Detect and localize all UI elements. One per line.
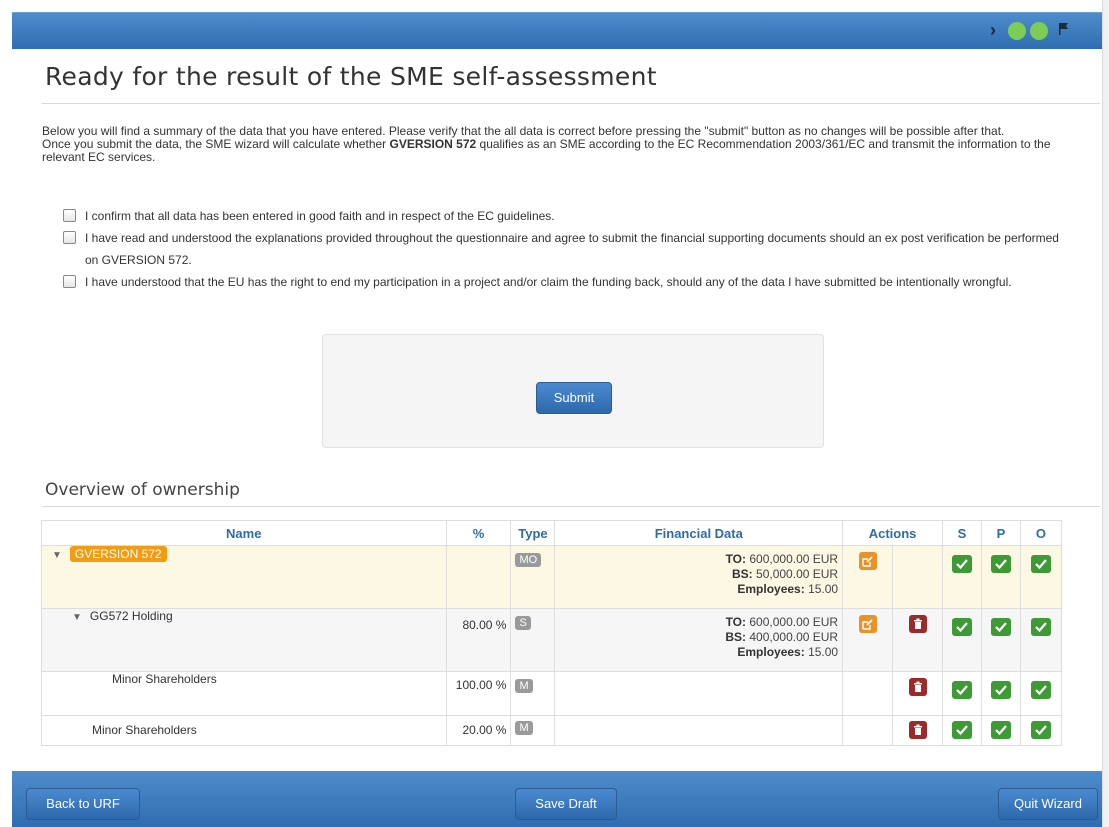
check-icon (990, 721, 1011, 739)
column-header-financial-data: Financial Data (554, 520, 844, 546)
type-badge: M (515, 721, 533, 735)
check-icon (951, 721, 972, 739)
confirmation-list: I confirm that all data has been entered… (63, 205, 1063, 293)
footer-bar: Back to URF Save Draft Quit Wizard (12, 771, 1102, 827)
confirmation-checkbox[interactable] (63, 209, 76, 222)
percent-cell: 100.00 % (445, 671, 512, 716)
table-row: Minor Shareholders 100.00 % M (41, 671, 1063, 716)
ownership-title: Overview of ownership (45, 480, 240, 500)
column-header-type: Type (510, 520, 556, 546)
check-icon (990, 618, 1011, 636)
entity-name: GG572 Holding (89, 609, 173, 623)
submit-button[interactable]: Submit (536, 382, 612, 414)
intro-paragraph-2: Once you submit the data, the SME wizard… (42, 137, 1051, 164)
chevron-right-icon[interactable]: › (990, 20, 996, 41)
check-icon (1030, 555, 1051, 573)
check-icon (951, 555, 972, 573)
check-icon (990, 555, 1011, 573)
percent-cell (445, 545, 512, 609)
delete-icon[interactable] (908, 721, 927, 739)
step-dot-icon (1008, 22, 1026, 40)
scrollbar[interactable] (1102, 0, 1109, 827)
type-badge: MO (515, 553, 542, 567)
financial-data-cell: TO: 600,000.00 EUR BS: 50,000.00 EUR Emp… (554, 545, 844, 609)
column-header-s: S (942, 520, 982, 546)
check-icon (951, 618, 972, 636)
edit-icon[interactable] (858, 615, 877, 633)
back-to-urf-button[interactable]: Back to URF (26, 788, 140, 820)
company-name: GVERSION 572 (389, 137, 477, 151)
table-row: ▼ GG572 Holding 80.00 % S TO: 600,000.00 … (41, 608, 1063, 672)
top-toolbar: › (12, 12, 1102, 49)
collapse-triangle-icon[interactable]: ▼ (52, 550, 62, 561)
ownership-table: Name % Type Financial Data Actions S P O… (41, 520, 1063, 746)
column-header-name: Name (41, 520, 447, 546)
type-badge: S (515, 616, 531, 630)
title-divider (42, 103, 1100, 104)
table-row: Minor Shareholders 20.00 % M (41, 715, 1063, 746)
confirmation-checkbox[interactable] (63, 231, 76, 244)
financial-data-cell: TO: 600,000.00 EUR BS: 400,000.00 EUR Em… (554, 608, 844, 672)
flag-icon[interactable] (1058, 22, 1070, 36)
type-badge: M (515, 679, 533, 693)
percent-cell: 20.00 % (445, 715, 512, 746)
check-icon (1030, 618, 1051, 636)
step-dot-icon (1030, 22, 1048, 40)
delete-icon[interactable] (908, 615, 927, 633)
check-icon (951, 681, 972, 699)
collapse-triangle-icon[interactable]: ▼ (72, 612, 82, 623)
check-icon (1030, 681, 1051, 699)
quit-wizard-button[interactable]: Quit Wizard (998, 788, 1098, 820)
confirmation-label: I have understood that the EU has the ri… (85, 275, 1012, 289)
percent-cell: 80.00 % (445, 608, 512, 672)
column-header-p: P (980, 520, 1021, 546)
confirmation-item: I confirm that all data has been entered… (63, 205, 1063, 227)
check-icon (990, 681, 1011, 699)
confirmation-item: I have read and understood the explanati… (63, 227, 1063, 271)
confirmation-item: I have understood that the EU has the ri… (63, 271, 1063, 293)
confirmation-label: I have read and understood the explanati… (85, 231, 1059, 267)
column-header-o: O (1019, 520, 1063, 546)
entity-name: Minor Shareholders (41, 715, 447, 746)
intro-text: Below you will find a summary of the dat… (42, 125, 1082, 164)
ownership-divider (42, 506, 1100, 507)
confirmation-label: I confirm that all data has been entered… (85, 209, 555, 223)
column-header-percent: % (445, 520, 512, 546)
edit-icon[interactable] (858, 552, 877, 570)
check-icon (1030, 721, 1051, 739)
submit-panel: Submit (322, 334, 824, 448)
page-title: Ready for the result of the SME self-ass… (45, 62, 657, 91)
confirmation-checkbox[interactable] (63, 275, 76, 288)
column-header-actions: Actions (842, 520, 943, 546)
entity-name[interactable]: GVERSION 572 (69, 546, 167, 562)
save-draft-button[interactable]: Save Draft (515, 788, 617, 820)
table-row: ▼ GVERSION 572 MO TO: 600,000.00 EUR BS: … (41, 545, 1063, 609)
delete-icon[interactable] (908, 678, 927, 696)
entity-name: Minor Shareholders (41, 671, 447, 716)
